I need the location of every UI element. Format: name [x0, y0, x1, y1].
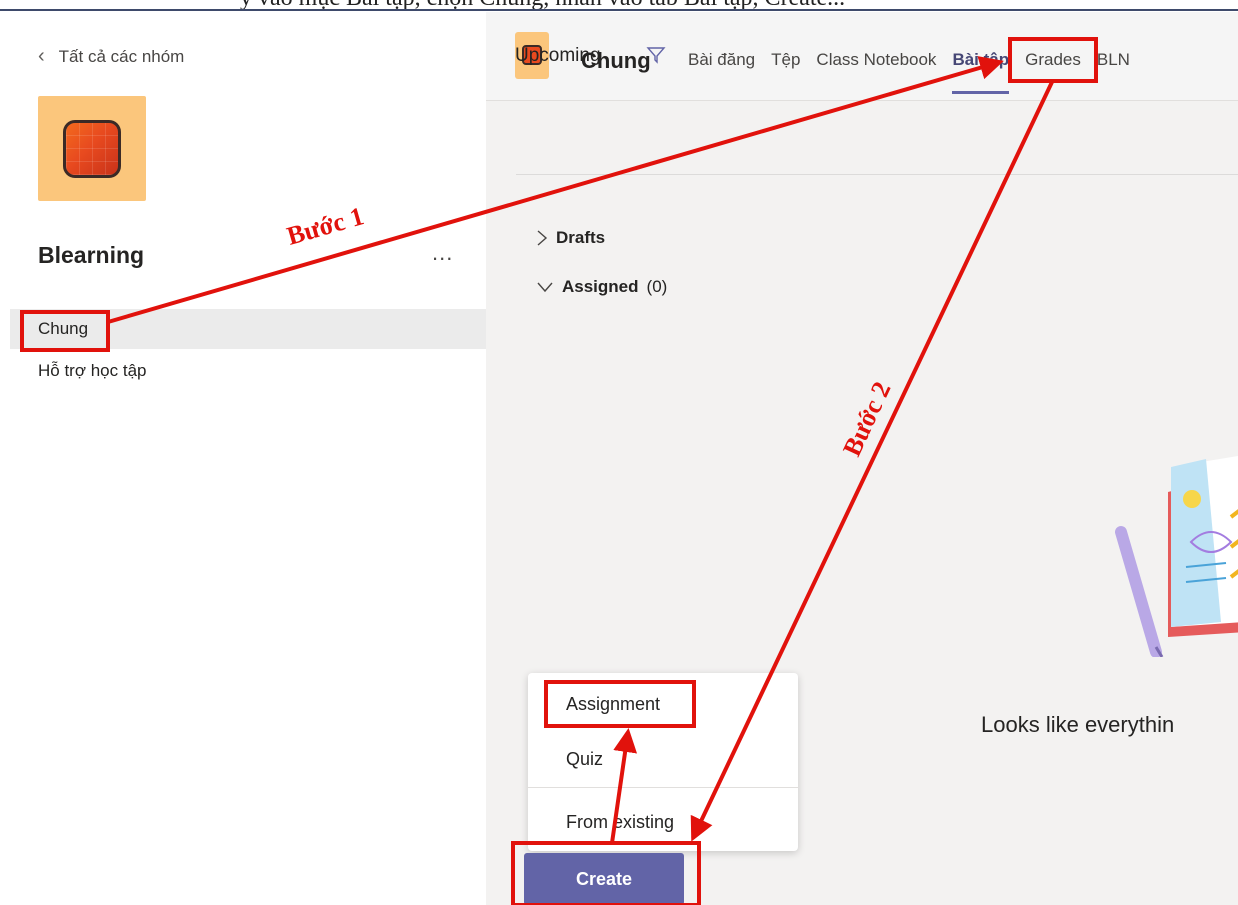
- sidebar: ‹ Tất cả các nhóm Blearning ... Chung Hỗ…: [0, 12, 486, 905]
- caption-rule: [0, 9, 1238, 11]
- drafts-group[interactable]: Drafts: [536, 228, 605, 248]
- tab-grades[interactable]: Grades: [1025, 50, 1081, 70]
- create-dropdown-menu: Assignment Quiz From existing: [528, 673, 798, 851]
- empty-state-text: Looks like everythin: [981, 712, 1175, 737]
- tab-tep[interactable]: Tệp: [771, 50, 800, 70]
- upcoming-filter-label[interactable]: Upcoming: [515, 45, 601, 67]
- back-link-label: Tất cả các nhóm: [58, 46, 185, 66]
- open-book-illustration-icon: [1115, 455, 1238, 657]
- team-logo-icon: [63, 120, 121, 178]
- more-options-icon[interactable]: ...: [432, 240, 453, 266]
- caption-strip: y vào mục Bài tập, chọn Chung, nhấn vào …: [0, 0, 1238, 12]
- team-name: Blearning: [38, 242, 145, 268]
- assigned-group[interactable]: Assigned (0): [536, 277, 667, 297]
- chevron-down-icon: [537, 282, 553, 293]
- create-button[interactable]: Create: [524, 853, 684, 905]
- chevron-left-icon: ‹: [38, 45, 45, 67]
- menu-item-quiz[interactable]: Quiz: [566, 749, 603, 770]
- chevron-right-icon: [537, 230, 548, 246]
- channel-item-ho-tro-hoc-tap[interactable]: Hỗ trợ học tập: [10, 351, 486, 391]
- tab-class-notebook[interactable]: Class Notebook: [816, 50, 936, 70]
- back-to-all-teams-link[interactable]: ‹ Tất cả các nhóm: [38, 45, 184, 68]
- tab-bar: Bài đăng Tệp Class Notebook Bài tập Grad…: [688, 50, 1146, 94]
- drafts-label: Drafts: [556, 228, 606, 247]
- channel-item-chung[interactable]: Chung: [10, 309, 486, 349]
- team-avatar: [38, 96, 146, 201]
- tab-bai-dang[interactable]: Bài đăng: [688, 50, 755, 70]
- menu-divider: [528, 787, 798, 788]
- assigned-label: Assigned: [562, 277, 639, 296]
- tab-bai-tap[interactable]: Bài tập: [952, 50, 1009, 94]
- menu-item-from-existing[interactable]: From existing: [566, 812, 674, 833]
- filter-icon[interactable]: [646, 45, 666, 65]
- filter-row: [516, 108, 1238, 175]
- menu-item-assignment[interactable]: Assignment: [566, 694, 660, 715]
- assigned-count: (0): [646, 277, 668, 296]
- tab-bln[interactable]: BLN: [1097, 50, 1130, 70]
